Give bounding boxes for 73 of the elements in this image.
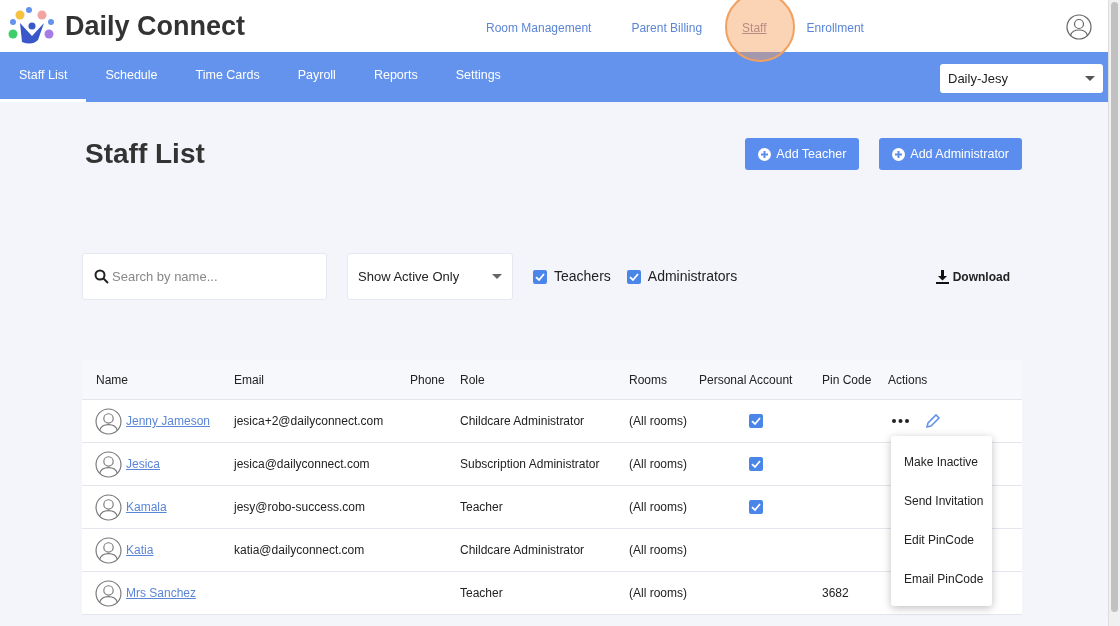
column-header: Rooms [628, 371, 668, 389]
search-icon [94, 269, 109, 284]
plus-circle-icon [758, 147, 772, 161]
nav-link[interactable]: Enrollment [806, 19, 864, 37]
caret-icon [1085, 76, 1095, 81]
column-header: Personal Account [698, 371, 794, 389]
logo-icon [8, 6, 56, 46]
table-cell: (All rooms) [629, 500, 687, 514]
avatar-icon [95, 536, 122, 564]
nav-tab[interactable]: Reports [354, 52, 437, 102]
plus-circle-icon [892, 147, 906, 161]
column-header: Pin Code [821, 371, 873, 389]
nav-link[interactable]: Parent Billing [631, 19, 703, 37]
nav-tab[interactable]: Staff List [0, 52, 87, 102]
table-cell: katia@dailyconnect.com [234, 543, 365, 557]
avatar-icon [95, 407, 122, 435]
staff-name-link[interactable]: Katia [126, 541, 154, 559]
avatar-icon [95, 493, 122, 521]
staff-name-link[interactable]: Kamala [126, 498, 167, 516]
add-button[interactable]: Add Administrator [879, 138, 1022, 170]
table-cell: (All rooms) [629, 414, 687, 428]
column-header: Phone [409, 371, 446, 389]
nav-tab[interactable]: Settings [436, 52, 520, 102]
checkbox[interactable] [749, 414, 763, 428]
caret-icon [492, 274, 502, 279]
avatar-icon [95, 579, 122, 607]
pencil-icon[interactable] [925, 413, 941, 429]
nav-link[interactable]: Staff [742, 19, 767, 37]
account-select[interactable]: Daily-Jesy [940, 64, 1103, 93]
staff-name-link[interactable]: Mrs Sanchez [126, 584, 197, 602]
table-cell: (All rooms) [629, 543, 687, 557]
checkbox[interactable] [533, 269, 547, 284]
table-cell: (All rooms) [629, 586, 687, 600]
menu-item[interactable]: Email PinCode [891, 559, 992, 598]
table-cell: Childcare Administrator [460, 543, 585, 557]
column-header: Email [233, 371, 265, 389]
table-cell: (All rooms) [629, 457, 687, 471]
status-select[interactable]: Show Active Only [347, 253, 513, 300]
table-cell: Childcare Administrator [460, 414, 585, 428]
table-cell: 3682 [822, 586, 849, 600]
more-icon[interactable] [892, 419, 909, 423]
page-title: Staff List [85, 137, 206, 171]
column-header: Role [459, 371, 486, 389]
search-field[interactable]: Search by name... [82, 253, 327, 300]
nav-tab[interactable]: Schedule [86, 52, 177, 102]
filter-checkbox[interactable]: Teachers [533, 266, 611, 287]
staff-name-link[interactable]: Jenny Jameson [126, 412, 211, 430]
table-cell: Teacher [460, 500, 503, 514]
menu-item[interactable]: Make Inactive [891, 442, 992, 481]
table-cell: Subscription Administrator [460, 457, 600, 471]
checkbox[interactable] [749, 457, 763, 471]
table-cell: Teacher [460, 586, 503, 600]
nav-tab[interactable]: Payroll [278, 52, 355, 102]
brand-name: Daily Connect [65, 9, 246, 43]
column-header: Name [95, 371, 129, 389]
avatar-icon [95, 450, 122, 478]
table-cell: jesy@robo-success.com [234, 500, 365, 514]
nav-link[interactable]: Room Management [486, 19, 592, 37]
click-highlight [725, 0, 795, 62]
download-button[interactable]: Download [935, 267, 1010, 286]
profile-icon[interactable] [1066, 14, 1092, 40]
checkbox[interactable] [749, 500, 763, 514]
nav-tab[interactable]: Time Cards [176, 52, 279, 102]
column-header: Actions [887, 371, 929, 389]
checkbox[interactable] [626, 269, 641, 284]
table-cell: jesica+2@dailyconnect.com [234, 414, 384, 428]
menu-item[interactable]: Edit PinCode [891, 520, 992, 559]
menu-item[interactable]: Send Invitation [891, 481, 992, 520]
staff-name-link[interactable]: Jesica [126, 455, 160, 473]
table-cell: jesica@dailyconnect.com [234, 457, 370, 471]
filter-checkbox[interactable]: Administrators [626, 266, 738, 287]
download-icon [935, 269, 949, 284]
add-button[interactable]: Add Teacher [745, 138, 860, 170]
